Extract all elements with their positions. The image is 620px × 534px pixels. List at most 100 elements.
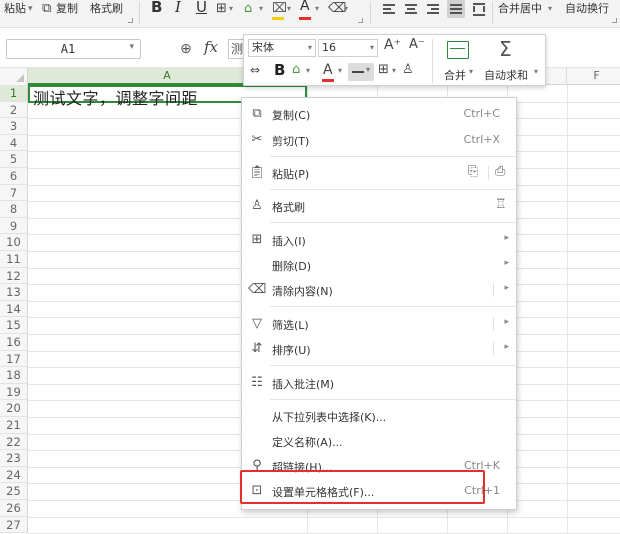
autosum-icon[interactable]: Σ [499,37,512,61]
align-right-icon[interactable] [424,0,442,18]
row-header[interactable]: 12 [0,267,28,285]
formula-input[interactable]: 测 [228,39,244,59]
format-painter-button[interactable]: 格式刷 [90,0,123,22]
alignment-launcher-icon[interactable] [612,18,617,23]
paste-special-icon[interactable]: ⎙ [495,164,505,179]
font-color-button[interactable]: A [300,0,310,14]
copy-icon[interactable]: ⧉ [42,1,51,16]
menu-item-cut[interactable]: ✂ 剪切(T) Ctrl+X [242,128,516,153]
row-header[interactable]: 3 [0,118,28,135]
italic-button[interactable]: I [175,0,181,16]
select-all-corner[interactable] [0,68,28,85]
wrap-text-button[interactable]: 自动换行 [565,0,609,22]
menu-item-insert[interactable]: ⊞ 插入(I) ▸ [242,228,516,253]
row-header[interactable]: 8 [0,201,28,218]
row-header[interactable]: 11 [0,251,28,268]
menu-item-paste[interactable]: 📋︎ 粘贴(P) ⎘ ⎙ [242,161,516,186]
highlight-icon[interactable]: ⌧ [272,1,287,16]
align-center-icon[interactable] [402,0,420,18]
menu-item-insert-comment[interactable]: ☷ 插入批注(M) [242,371,516,396]
font-size-dropdown-icon[interactable]: ▾ [370,40,374,56]
menu-item-delete[interactable]: 删除(D) ▸ [242,253,516,278]
row-header[interactable]: 19 [0,383,28,401]
bold-button[interactable]: B [151,0,162,16]
menu-item-sort[interactable]: ⇵ 排序(U) ▸ [242,337,516,362]
font-color-dropdown-icon[interactable]: ▾ [315,4,319,13]
menu-item-copy[interactable]: ⧉ 复制(C) Ctrl+C [242,102,516,127]
row-header[interactable]: 24 [0,466,28,484]
clear-dropdown-icon[interactable]: ▾ [344,4,348,13]
clipboard-launcher-icon[interactable] [128,18,133,23]
name-box-dropdown-icon[interactable]: ▾ [129,42,134,52]
border-dropdown-icon[interactable]: ▾ [229,4,233,13]
adjust-spacing-icon[interactable]: ⇔ [250,63,260,77]
border-icon[interactable]: ⊞ [216,1,227,16]
font-name-dropdown-icon[interactable]: ▾ [308,40,312,56]
menu-item-label: 粘贴(P) [272,168,310,181]
menu-item-filter[interactable]: ▽ 筛选(L) ▸ [242,312,516,337]
mini-border-icon[interactable]: ⊞ [378,62,389,77]
mini-fill-color-icon[interactable]: ⌂ [292,62,300,77]
shrink-font-button[interactable]: A⁻ [409,37,425,52]
fill-dropdown-icon[interactable]: ▾ [259,4,263,13]
mini-border-dropdown-icon[interactable]: ▾ [392,66,396,75]
mini-font-color-button[interactable]: A [323,62,333,78]
font-name-select[interactable]: 宋体 ▾ [248,39,316,57]
row-header[interactable]: 1 [0,85,28,102]
row-header[interactable]: 4 [0,134,28,152]
row-header[interactable]: 6 [0,168,28,185]
autosum-button[interactable]: 自动求和 [484,67,528,83]
menu-item-format-painter[interactable]: ♙ 格式刷 ♖ [242,194,516,219]
row-header[interactable]: 23 [0,450,28,467]
copy-button[interactable]: 复制 [56,0,78,22]
fx-icon[interactable]: fx [204,38,218,56]
row-header[interactable]: 13 [0,284,28,301]
merge-dropdown-icon[interactable]: ▾ [548,0,552,22]
zoom-search-icon[interactable]: ⊕ [180,41,192,57]
row-header[interactable]: 16 [0,334,28,351]
justify-icon[interactable] [447,0,465,18]
row-header[interactable]: 18 [0,367,28,384]
row-header[interactable]: 21 [0,417,28,434]
mini-format-painter-icon[interactable]: ♙ [402,62,414,77]
distribute-icon[interactable] [470,0,488,18]
mini-align-button[interactable]: ▾ [348,63,374,81]
mini-bold-button[interactable]: B [274,61,285,79]
merge-cells-icon[interactable] [447,41,469,59]
row-header[interactable]: 7 [0,184,28,202]
font-size-select[interactable]: 16 ▾ [318,39,378,57]
mini-font-color-dropdown-icon[interactable]: ▾ [338,66,342,75]
row-header[interactable]: 15 [0,317,28,334]
column-header-f[interactable]: F [567,68,620,85]
row-header[interactable]: 14 [0,300,28,318]
row-header[interactable]: 27 [0,516,28,534]
name-box[interactable]: A1 ▾ [6,39,141,59]
row-header[interactable]: 2 [0,101,28,119]
format-painter-lock-icon[interactable]: ♖ [495,197,507,212]
row-header[interactable]: 26 [0,500,28,517]
paste-button[interactable]: 粘贴 [4,0,26,22]
merge-center-button[interactable]: 合并居中 [498,0,542,22]
mini-merge-dropdown-icon[interactable]: ▾ [469,67,473,76]
mini-merge-button[interactable]: 合并 [444,67,466,83]
row-header[interactable]: 22 [0,433,28,451]
menu-item-define-name[interactable]: 定义名称(A)... [242,429,516,454]
font-launcher-icon[interactable] [358,18,363,23]
menu-item-pick-from-list[interactable]: 从下拉列表中选择(K)... [242,404,516,429]
align-left-icon[interactable] [380,0,398,18]
underline-button[interactable]: U [196,0,207,16]
menu-item-clear-contents[interactable]: ⌫ 清除内容(N) ▸ [242,278,516,303]
row-header[interactable]: 9 [0,217,28,235]
grow-font-button[interactable]: A⁺ [384,37,401,53]
row-header[interactable]: 10 [0,234,28,251]
row-header[interactable]: 5 [0,151,28,168]
mini-fill-dropdown-icon[interactable]: ▾ [306,66,310,75]
row-header[interactable]: 20 [0,400,28,417]
row-header[interactable]: 25 [0,483,28,500]
highlight-dropdown-icon[interactable]: ▾ [287,4,291,13]
paste-values-icon[interactable]: ⎘ [468,164,478,179]
autosum-dropdown-icon[interactable]: ▾ [534,67,538,76]
fill-color-icon[interactable]: ⌂ [244,1,252,16]
row-header[interactable]: 17 [0,350,28,368]
paste-dropdown-icon[interactable]: ▾ [28,0,33,22]
